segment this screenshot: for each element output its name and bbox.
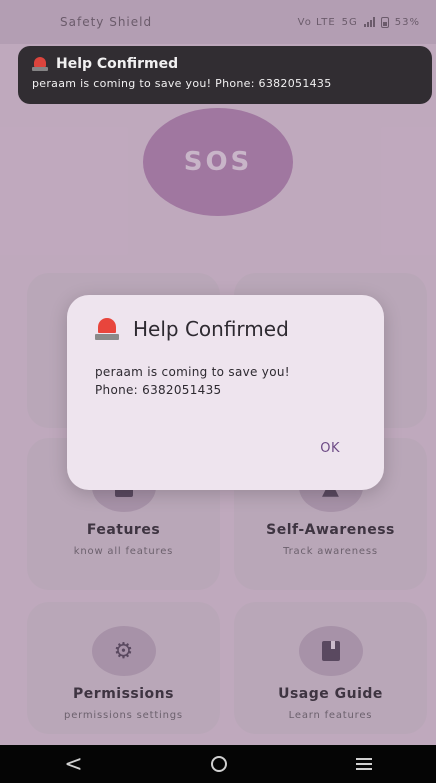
home-icon[interactable] — [211, 756, 228, 772]
siren-icon — [95, 318, 119, 340]
dialog-message-line1: peraam is coming to save you! — [95, 365, 290, 379]
help-confirmed-dialog: Help Confirmed peraam is coming to save … — [67, 295, 384, 490]
menu-icon[interactable] — [355, 758, 372, 770]
dialog-title-row: Help Confirmed — [95, 317, 356, 341]
back-button[interactable]: < — [64, 752, 82, 777]
dialog-message: peraam is coming to save you! Phone: 638… — [95, 363, 356, 399]
navigation-bar: < — [0, 745, 436, 783]
dialog-title: Help Confirmed — [133, 317, 289, 341]
ok-button[interactable]: OK — [320, 441, 340, 456]
dialog-message-line2: Phone: 6382051435 — [95, 383, 222, 397]
